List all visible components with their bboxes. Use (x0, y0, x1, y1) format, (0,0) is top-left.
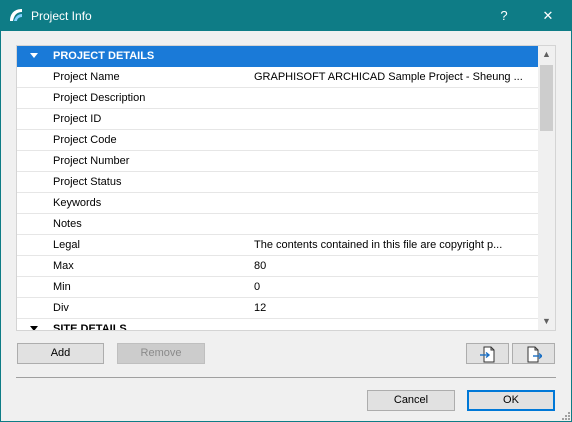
row-key: Project ID (53, 113, 102, 125)
row-key: Project Name (53, 71, 120, 83)
list-row[interactable]: Notes (17, 214, 539, 235)
row-key: Notes (53, 218, 82, 230)
cancel-button[interactable]: Cancel (367, 390, 455, 411)
row-key: Project Description (53, 92, 146, 104)
list-row[interactable]: Keywords (17, 193, 539, 214)
import-button[interactable] (466, 343, 509, 364)
row-key: Max (53, 260, 74, 272)
help-button[interactable]: ? (484, 0, 524, 31)
export-button[interactable] (512, 343, 555, 364)
list-row[interactable]: Project Code (17, 130, 539, 151)
list-row[interactable]: Project Number (17, 151, 539, 172)
row-key: Legal (53, 239, 80, 251)
row-key: Project Number (53, 155, 130, 167)
title-bar[interactable]: Project Info ? ✕ (0, 0, 572, 31)
window-title: Project Info (31, 9, 92, 23)
list-row[interactable]: Min 0 (17, 277, 539, 298)
archicad-app-icon (10, 9, 22, 21)
list-row[interactable]: Project Description (17, 88, 539, 109)
row-key: Project Code (53, 134, 117, 146)
row-value[interactable]: 0 (254, 281, 534, 293)
row-value[interactable]: The contents contained in this file are … (254, 239, 534, 251)
row-value[interactable]: 80 (254, 260, 534, 272)
row-key: Keywords (53, 197, 102, 209)
row-key: Min (53, 281, 71, 293)
list-rows: PROJECT DETAILS Project Name GRAPHISOFT … (17, 46, 539, 331)
list-row[interactable]: Project Name GRAPHISOFT ARCHICAD Sample … (17, 67, 539, 88)
resize-grip-icon[interactable] (560, 410, 570, 420)
ok-button[interactable]: OK (467, 390, 555, 411)
separator (16, 377, 556, 378)
row-key: Div (53, 302, 69, 314)
vertical-scrollbar[interactable]: ▲ ▼ (538, 46, 555, 330)
list-row[interactable]: Project Status (17, 172, 539, 193)
section-title: PROJECT DETAILS (53, 50, 155, 62)
add-button[interactable]: Add (17, 343, 104, 364)
row-value[interactable]: GRAPHISOFT ARCHICAD Sample Project - She… (254, 71, 534, 83)
close-button[interactable]: ✕ (528, 0, 568, 31)
scrollbar-thumb[interactable] (540, 65, 553, 131)
section-header-project-details[interactable]: PROJECT DETAILS (17, 46, 539, 67)
list-row[interactable]: Project ID (17, 109, 539, 130)
import-file-icon (480, 346, 495, 363)
collapse-triangle-icon[interactable] (30, 53, 38, 58)
remove-button[interactable]: Remove (117, 343, 205, 364)
scroll-up-arrow-icon[interactable]: ▲ (538, 46, 555, 63)
row-value[interactable]: 12 (254, 302, 534, 314)
section-title: SITE DETAILS (53, 323, 127, 331)
scroll-down-arrow-icon[interactable]: ▼ (538, 313, 555, 330)
export-file-icon (527, 346, 542, 363)
list-row[interactable]: Div 12 (17, 298, 539, 319)
row-key: Project Status (53, 176, 122, 188)
project-info-list[interactable]: PROJECT DETAILS Project Name GRAPHISOFT … (16, 45, 556, 331)
collapse-triangle-icon[interactable] (30, 326, 38, 330)
list-row[interactable]: Legal The contents contained in this fil… (17, 235, 539, 256)
section-header-site-details[interactable]: SITE DETAILS (17, 319, 539, 331)
list-row[interactable]: Max 80 (17, 256, 539, 277)
